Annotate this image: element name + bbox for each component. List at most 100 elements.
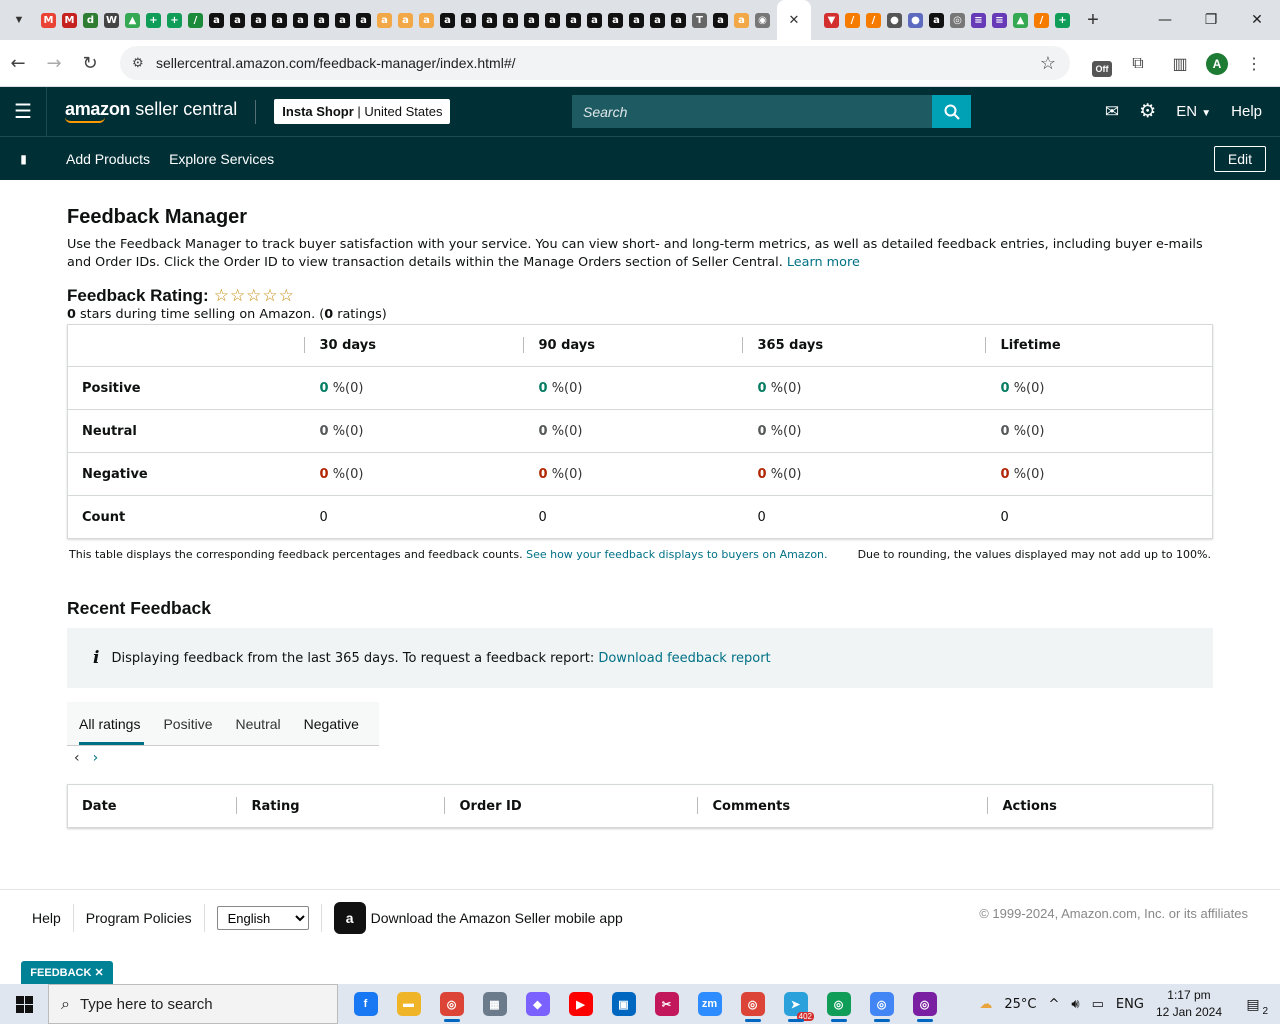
tab-negative[interactable]: Negative [304,702,359,746]
browser-tab-right-8[interactable]: ≡ [989,0,1010,40]
taskbar-app-chrome[interactable]: ◎ [817,984,860,1024]
browser-tab-right-4[interactable]: ● [905,0,926,40]
site-settings-icon[interactable]: ⚙ [132,55,152,71]
col-rating[interactable]: Rating [235,785,444,828]
browser-tab-14[interactable]: a [332,0,353,40]
browser-tab-22[interactable]: a [500,0,521,40]
seller-app-icon[interactable]: a [333,902,366,934]
taskbar-app-youtube[interactable]: ▶ [559,984,602,1024]
browser-tab-21[interactable]: a [479,0,500,40]
mail-icon[interactable]: ✉ [1105,102,1119,122]
browser-tab-right-1[interactable]: / [842,0,863,40]
browser-tab-19[interactable]: a [437,0,458,40]
temperature[interactable]: 25°C [1004,997,1036,1012]
browser-tab-11[interactable]: a [269,0,290,40]
taskbar-app-snipping[interactable]: ✂ [645,984,688,1024]
tab-all-ratings[interactable]: All ratings [79,702,145,746]
taskbar-app-zoom[interactable]: zm [688,984,731,1024]
browser-tab-13[interactable]: a [311,0,332,40]
forward-arrow-icon[interactable]: → [36,45,72,81]
nav-add-products[interactable]: Add Products [66,151,150,167]
col-order-id[interactable]: Order ID [443,785,697,828]
taskbar-app-chrome[interactable]: ◎ [860,984,903,1024]
side-panel-icon[interactable]: ▥ [1164,48,1196,80]
chrome-menu-icon[interactable]: ⋮ [1238,48,1270,80]
settings-gear-icon[interactable]: ⚙ [1139,100,1156,123]
profile-avatar[interactable]: A [1206,53,1228,75]
browser-tab-16[interactable]: a [374,0,395,40]
browser-tab-1[interactable]: M [59,0,80,40]
browser-tab-12[interactable]: a [290,0,311,40]
browser-tab-8[interactable]: a [206,0,227,40]
seller-central-logo[interactable]: amazon seller central [65,100,237,123]
browser-tab-31[interactable]: T [689,0,710,40]
browser-tab-17[interactable]: a [395,0,416,40]
browser-tab-23[interactable]: a [521,0,542,40]
browser-tab-right-3[interactable]: ● [884,0,905,40]
taskbar-app-chrome[interactable]: ◎ [903,984,946,1024]
browser-tab-26[interactable]: a [584,0,605,40]
browser-tab-28[interactable]: a [626,0,647,40]
col-date[interactable]: Date [68,785,236,828]
browser-tab-right-2[interactable]: / [863,0,884,40]
store-selector[interactable]: Insta Shopr | United States [274,99,451,124]
weather-cloud-icon[interactable]: ☁ [979,997,992,1012]
edit-bookmarks-button[interactable]: Edit [1213,146,1266,172]
browser-tab-20[interactable]: a [458,0,479,40]
browser-tab-24[interactable]: a [542,0,563,40]
windows-start-icon[interactable] [0,984,48,1024]
browser-tab-9[interactable]: a [227,0,248,40]
search-input[interactable] [572,95,932,128]
nav-explore-services[interactable]: Explore Services [169,151,274,167]
language-selector[interactable]: EN ▼ [1176,103,1211,120]
browser-tab-right-7[interactable]: ≡ [968,0,989,40]
browser-tab-2[interactable]: d [80,0,101,40]
input-language[interactable]: ENG [1116,997,1144,1012]
close-tab-icon[interactable]: ✕ [787,13,802,28]
url-text[interactable]: sellercentral.amazon.com/feedback-manage… [156,55,516,71]
browser-tab-25[interactable]: a [563,0,584,40]
browser-tab-7[interactable]: / [185,0,206,40]
active-tab[interactable]: ✕ [777,0,811,40]
taskbar-app-copilot[interactable]: ◆ [516,984,559,1024]
notifications-icon[interactable]: ▤ 2 [1240,991,1268,1018]
extension-off-icon[interactable]: Off [1092,61,1112,77]
clock[interactable]: 1:17 pm 12 Jan 2024 [1156,987,1222,1021]
tray-chevron-icon[interactable]: ^ [1049,997,1060,1012]
browser-tab-6[interactable]: + [164,0,185,40]
browser-tab-right-6[interactable]: ◎ [947,0,968,40]
program-policies-link[interactable]: Program Policies [86,910,192,926]
browser-tab-5[interactable]: + [143,0,164,40]
download-report-link[interactable]: Download feedback report [598,651,770,666]
feedback-tab-button[interactable]: FEEDBACK ✕ [21,961,113,984]
browser-tab-10[interactable]: a [248,0,269,40]
browser-tab-4[interactable]: ▲ [122,0,143,40]
taskbar-app-file-explorer[interactable]: ▬ [387,984,430,1024]
tab-search-chevron-icon[interactable]: ▼ [6,7,32,33]
taskbar-app-telegram[interactable]: ➤ 402 [774,984,817,1024]
footer-language-select[interactable]: English [216,906,309,930]
taskbar-app-chrome[interactable]: ◎ [731,984,774,1024]
browser-tab-15[interactable]: a [353,0,374,40]
browser-tab-30[interactable]: a [668,0,689,40]
taskbar-search[interactable]: ⌕ Type here to search [48,984,338,1024]
tab-neutral[interactable]: Neutral [236,702,281,746]
bookmark-icon[interactable]: ▮ [0,152,47,166]
col-comments[interactable]: Comments [696,785,987,828]
browser-tab-right-11[interactable]: + [1052,0,1073,40]
prev-page-icon[interactable]: ‹ [74,750,80,766]
browser-tab-3[interactable]: W [101,0,122,40]
browser-tab-right-0[interactable]: ▼ [821,0,842,40]
search-button[interactable] [932,95,971,128]
browser-tab-right-10[interactable]: / [1031,0,1052,40]
taskbar-app-calculator[interactable]: ▦ [473,984,516,1024]
browser-tab-27[interactable]: a [605,0,626,40]
footer-help-link[interactable]: Help [32,910,61,926]
next-page-icon[interactable]: › [93,750,99,766]
learn-more-link[interactable]: Learn more [787,255,860,270]
taskbar-app-facebook[interactable]: f [344,984,387,1024]
browser-tab-right-9[interactable]: ▲ [1010,0,1031,40]
browser-tab-29[interactable]: a [647,0,668,40]
hamburger-menu-icon[interactable]: ☰ [0,87,47,136]
browser-tab-0[interactable]: M [38,0,59,40]
